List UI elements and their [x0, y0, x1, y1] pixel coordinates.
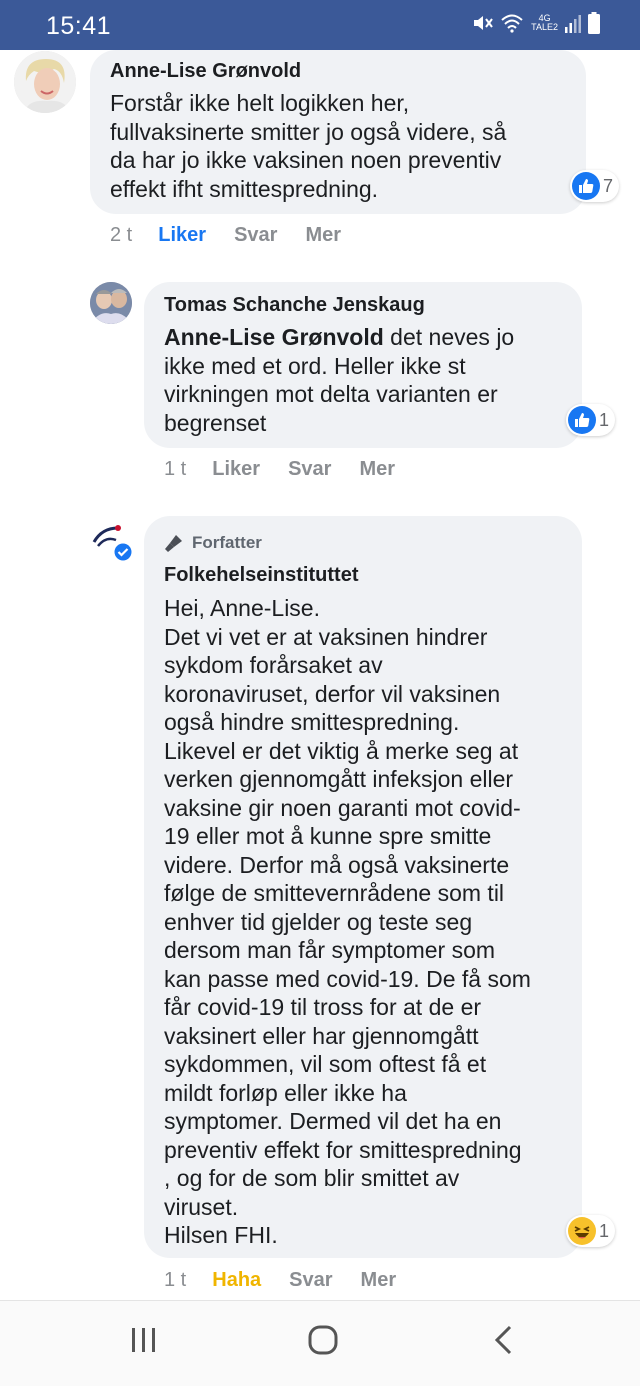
back-icon: [494, 1325, 512, 1355]
avatar[interactable]: [14, 51, 76, 113]
like-icon: [572, 172, 600, 200]
navigation-bar: [0, 1300, 640, 1386]
avatar[interactable]: [88, 518, 134, 564]
comment-author[interactable]: Anne-Lise Grønvold: [110, 60, 301, 83]
user-avatar-icon: [90, 282, 132, 324]
signal-icon: [565, 15, 581, 33]
wifi-icon: [501, 14, 523, 33]
reaction-count: 7: [603, 175, 614, 196]
more-button[interactable]: Mer: [361, 1269, 397, 1292]
status-time: 15:41: [46, 12, 112, 40]
back-button[interactable]: [492, 1325, 514, 1360]
microphone-icon: [165, 535, 182, 552]
home-icon: [308, 1325, 338, 1355]
avatar[interactable]: [90, 282, 132, 324]
comment-time[interactable]: 1 t: [164, 458, 186, 481]
more-button[interactable]: Mer: [359, 458, 395, 481]
comment-actions: 1 t Liker Svar Mer: [164, 458, 423, 481]
badge-label: Forfatter: [192, 533, 262, 552]
comment-text: Anne-Lise Grønvold det neves jo ikke med…: [164, 323, 574, 437]
reaction-count: 1: [599, 409, 610, 430]
comment-actions: 2 t Liker Svar Mer: [110, 224, 369, 247]
comment-time[interactable]: 2 t: [110, 224, 132, 247]
comment-text: Forstår ikke helt logikken her, fullvaks…: [110, 90, 507, 202]
network-label: 4G TALE2: [531, 13, 558, 32]
like-button[interactable]: Liker: [158, 224, 206, 247]
comment-text: Hei, Anne-Lise. Det vi vet er at vaksine…: [164, 595, 531, 1248]
comment-author[interactable]: Tomas Schanche Jenskaug: [164, 294, 425, 317]
reaction-badge[interactable]: 1: [566, 404, 616, 436]
recent-apps-icon: [132, 1328, 155, 1352]
mention-link[interactable]: Anne-Lise Grønvold: [164, 324, 384, 350]
status-icons: 4G TALE2: [471, 12, 600, 34]
reply-button[interactable]: Svar: [234, 224, 277, 247]
home-button[interactable]: [308, 1325, 338, 1360]
comment-actions: 1 t Haha Svar Mer: [164, 1269, 424, 1292]
like-button[interactable]: Liker: [212, 458, 260, 481]
battery-icon: [588, 12, 600, 34]
status-bar: 15:41 4G TALE2: [0, 0, 640, 50]
more-button[interactable]: Mer: [305, 224, 341, 247]
user-avatar-icon: [14, 51, 76, 113]
reaction-badge[interactable]: 1: [566, 1215, 616, 1247]
reaction-count: 1: [599, 1220, 610, 1241]
author-badge: Forfatter: [164, 533, 262, 553]
like-icon: [568, 406, 596, 434]
reaction-badge[interactable]: 7: [570, 170, 620, 202]
comment-time[interactable]: 1 t: [164, 1269, 186, 1292]
reply-button[interactable]: Svar: [288, 458, 331, 481]
recent-apps-button[interactable]: [130, 1325, 158, 1360]
reply-button[interactable]: Svar: [289, 1269, 332, 1292]
haha-button[interactable]: Haha: [212, 1269, 261, 1292]
fhi-logo-icon: [89, 519, 133, 562]
comment-author[interactable]: Folkehelseinstituttet: [164, 564, 358, 587]
haha-icon: [568, 1217, 596, 1245]
mute-icon: [474, 16, 493, 30]
